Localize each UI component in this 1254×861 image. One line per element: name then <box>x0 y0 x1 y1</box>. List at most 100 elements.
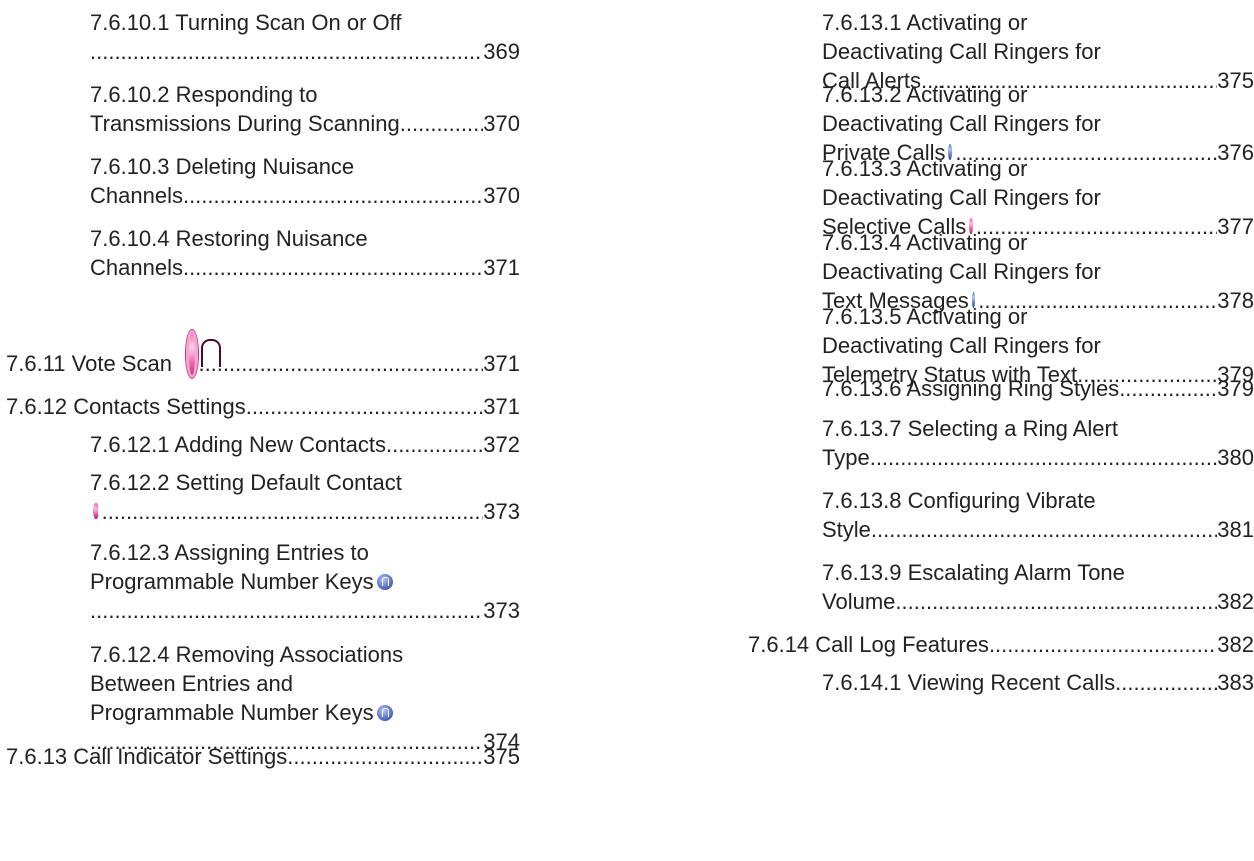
toc-entry-title-text: 7.6.10.3 Deleting Nuisance <box>90 154 355 179</box>
toc-entry[interactable]: 7.6.12.4 Removing Associations Between En… <box>90 640 520 756</box>
toc-entry-title-text: 7.6.13.4 Activating or <box>822 230 1028 255</box>
toc-entry[interactable]: 7.6.13.7 Selecting a Ring Alert Type 380 <box>822 414 1254 472</box>
toc-page-number: 379 <box>1217 376 1254 401</box>
toc-entry-title-line: 7.6.12.2 Setting Default Contact <box>90 468 520 497</box>
toc-leader-dots <box>246 392 484 421</box>
toc-entry-title-line: Deactivating Call Ringers for <box>822 109 1254 138</box>
toc-entry-title-text: 7.6.13.8 Configuring Vibrate <box>822 488 1096 513</box>
toc-entry-title-text: 7.6.12.1 Adding New Contacts <box>90 432 386 457</box>
toc-entry-title-line: 7.6.13.5 Activating or <box>822 302 1254 331</box>
toc-entry-title-line: 7.6.13.3 Activating or <box>822 154 1254 183</box>
toc-entry-title-text: Type <box>822 445 870 470</box>
analog-mode-icon <box>93 503 105 519</box>
toc-entry[interactable]: 7.6.10.2 Responding to Transmissions Duri… <box>90 80 520 138</box>
toc-entry-title-text: 7.6.13.5 Activating or <box>822 304 1028 329</box>
toc-entry-title-text: 7.6.11 Vote Scan <box>6 351 172 376</box>
toc-entry-last-line: Channels 371 <box>90 253 520 282</box>
toc-entry-title-line: 7.6.13.2 Activating or <box>822 80 1254 109</box>
toc-entry-last-line: 7.6.14 Call Log Features 382 <box>748 630 1254 659</box>
toc-entry[interactable]: 7.6.13.8 Configuring Vibrate Style 381 <box>822 486 1254 544</box>
toc-page-number: 370 <box>483 111 520 136</box>
toc-entry-last-line: Volume 382 <box>822 587 1254 616</box>
toc-entry-title-text: 7.6.12.3 Assigning Entries to <box>90 540 369 565</box>
toc-page-number: 371 <box>483 394 520 419</box>
vote-scan-icon <box>185 330 220 378</box>
toc-entry-title-text: Deactivating Call Ringers for <box>822 39 1101 64</box>
toc-entry-title-text: 7.6.13.2 Activating or <box>822 82 1028 107</box>
toc-entry-title-text: Deactivating Call Ringers for <box>822 259 1101 284</box>
toc-leader-dots <box>1115 668 1217 697</box>
toc-entry[interactable]: 7.6.13.6 Assigning Ring Styles 379 <box>822 374 1254 403</box>
toc-entry-last-line: Type 380 <box>822 443 1254 472</box>
toc-entry-last-line: 7.6.12 Contacts Settings 371 <box>6 392 520 421</box>
toc-entry-last-line: 369 <box>90 37 520 66</box>
toc-entry-title-text: Between Entries and <box>90 671 294 696</box>
toc-entry-title-text: Channels <box>90 255 183 280</box>
toc-entry-title-text: 7.6.14 Call Log Features <box>748 632 989 657</box>
toc-leader-dots <box>102 497 484 526</box>
toc-leader-dots <box>183 253 483 282</box>
toc-entry[interactable]: 7.6.10.1 Turning Scan On or Off 369 <box>90 8 520 66</box>
toc-entry-title-line: Deactivating Call Ringers for <box>822 183 1254 212</box>
toc-entry-title-text: Style <box>822 517 871 542</box>
toc-leader-dots <box>386 430 483 459</box>
toc-entry-title-text: 7.6.13.7 Selecting a Ring Alert <box>822 416 1118 441</box>
toc-entry[interactable]: 7.6.13.9 Escalating Alarm Tone Volume 382 <box>822 558 1254 616</box>
toc-entry-last-line: 7.6.13.6 Assigning Ring Styles 379 <box>822 374 1254 403</box>
toc-entry[interactable]: 7.6.12.2 Setting Default Contact 373 <box>90 468 520 526</box>
digital-mode-icon <box>376 574 393 590</box>
toc-leader-dots <box>870 443 1218 472</box>
toc-leader-dots <box>895 587 1217 616</box>
toc-entry[interactable]: 7.6.10.4 Restoring Nuisance Channels 371 <box>90 224 520 282</box>
toc-entry-title-line: 7.6.13.4 Activating or <box>822 228 1254 257</box>
toc-entry-last-line: 7.6.12.1 Adding New Contacts 372 <box>90 430 520 459</box>
toc-entry-title-line: Deactivating Call Ringers for <box>822 331 1254 360</box>
toc-page-number: 375 <box>483 744 520 769</box>
toc-page: 7.6.10.1 Turning Scan On or Off3697.6.10… <box>0 0 1254 861</box>
toc-entry-title-text: Deactivating Call Ringers for <box>822 185 1101 210</box>
toc-entry-title-text: 7.6.13 Call Indicator Settings <box>6 744 288 769</box>
toc-entry-title-line: 7.6.13.1 Activating or <box>822 8 1254 37</box>
toc-entry[interactable]: 7.6.11 Vote Scan 371 <box>6 330 520 378</box>
toc-entry-last-line: Transmissions During Scanning 370 <box>90 109 520 138</box>
toc-entry[interactable]: 7.6.10.3 Deleting Nuisance Channels 370 <box>90 152 520 210</box>
toc-entry-title-text: Deactivating Call Ringers for <box>822 111 1101 136</box>
toc-entry-last-line: 373 <box>90 596 520 625</box>
toc-leader-dots <box>90 596 483 625</box>
toc-entry-title-text: 7.6.10.1 Turning Scan On or Off <box>90 10 402 35</box>
toc-entry-title-text: 7.6.13.3 Activating or <box>822 156 1028 181</box>
toc-entry-last-line: Channels 370 <box>90 181 520 210</box>
toc-entry-title-line: 7.6.13.8 Configuring Vibrate <box>822 486 1254 515</box>
toc-entry-title-text: 7.6.12 Contacts Settings <box>6 394 246 419</box>
toc-entry-title-line: Programmable Number Keys <box>90 567 520 596</box>
toc-entry-title-text: 7.6.12.4 Removing Associations <box>90 642 404 667</box>
toc-entry-title-line: 7.6.12.3 Assigning Entries to <box>90 538 520 567</box>
toc-entry[interactable]: 7.6.14 Call Log Features 382 <box>748 630 1254 659</box>
toc-page-number: 372 <box>483 432 520 457</box>
toc-entry-title-text: 7.6.12.2 Setting Default Contact <box>90 470 402 495</box>
toc-page-number: 371 <box>483 351 520 376</box>
toc-entry-title-text: 7.6.10.2 Responding to <box>90 82 318 107</box>
toc-entry-title-line: Between Entries and <box>90 669 520 698</box>
toc-leader-dots <box>400 109 484 138</box>
toc-leader-dots <box>198 349 483 378</box>
toc-entry[interactable]: 7.6.12.3 Assigning Entries to Programmabl… <box>90 538 520 625</box>
toc-entry-last-line: Style 381 <box>822 515 1254 544</box>
toc-entry-title-line: 7.6.10.2 Responding to <box>90 80 520 109</box>
toc-entry-title-line: 7.6.10.4 Restoring Nuisance <box>90 224 520 253</box>
toc-leader-dots <box>90 37 483 66</box>
toc-leader-dots <box>1119 374 1217 403</box>
digital-mode-icon <box>376 705 393 721</box>
toc-entry[interactable]: 7.6.14.1 Viewing Recent Calls 383 <box>822 668 1254 697</box>
toc-entry[interactable]: 7.6.12.1 Adding New Contacts 372 <box>90 430 520 459</box>
toc-entry[interactable]: 7.6.12 Contacts Settings 371 <box>6 392 520 421</box>
toc-entry-last-line: 7.6.14.1 Viewing Recent Calls 383 <box>822 668 1254 697</box>
toc-entry-title-text: 7.6.14.1 Viewing Recent Calls <box>822 670 1116 695</box>
toc-leader-dots <box>287 742 483 771</box>
toc-entry-title-text: 7.6.13.9 Escalating Alarm Tone <box>822 560 1125 585</box>
toc-page-number: 373 <box>483 598 520 623</box>
toc-entry-title-line: 7.6.12.4 Removing Associations <box>90 640 520 669</box>
toc-entry-last-line: 7.6.13 Call Indicator Settings 375 <box>6 742 520 771</box>
toc-entry[interactable]: 7.6.13 Call Indicator Settings 375 <box>6 742 520 771</box>
toc-entry-title-text: Programmable Number Keys <box>90 569 374 594</box>
